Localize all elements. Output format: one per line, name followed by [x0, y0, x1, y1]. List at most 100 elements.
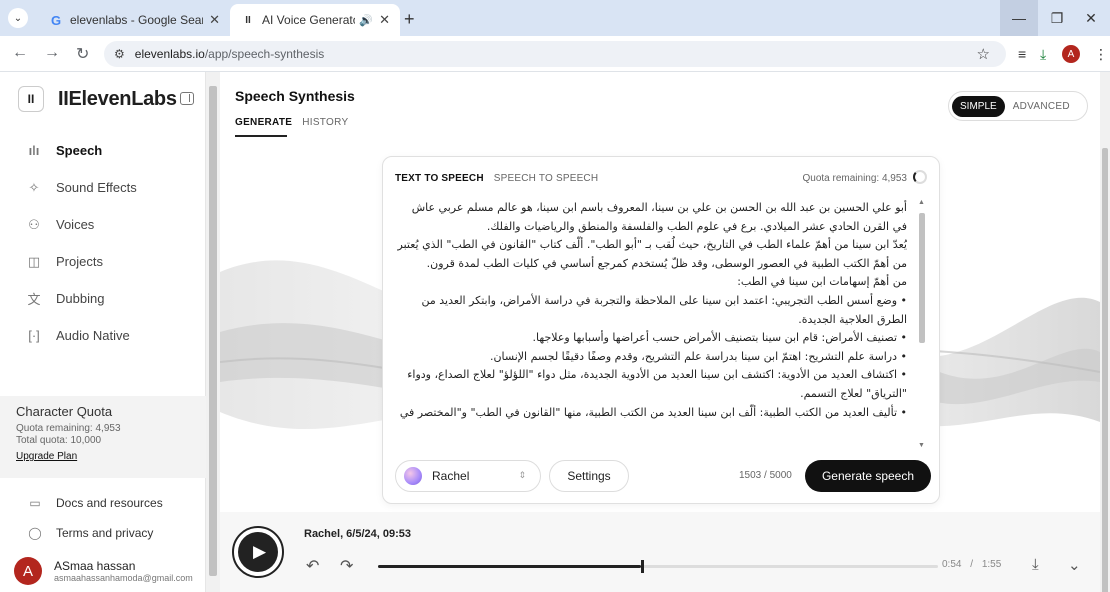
page-tabs: GENERATE HISTORY: [235, 117, 358, 128]
sidebar-item-label: Speech: [56, 143, 103, 158]
voice-avatar-icon: [404, 467, 422, 485]
profile-avatar[interactable]: A: [1062, 45, 1080, 63]
scrollbar-thumb[interactable]: [1102, 148, 1108, 592]
browser-tab-bar: ⌄ G elevenlabs - Google Search ✕ II AI V…: [0, 0, 1110, 36]
sidebar-nav: ıǀı Speech ✧ Sound Effects ⚇ Voices ◫ Pr…: [10, 132, 200, 354]
document-icon: ▭: [29, 496, 41, 510]
shield-icon: ◯: [28, 526, 42, 540]
forward-icon[interactable]: →: [44, 44, 60, 62]
settings-button[interactable]: Settings: [549, 460, 629, 492]
generate-speech-button[interactable]: Generate speech: [805, 460, 931, 492]
play-button[interactable]: ▶: [232, 526, 284, 578]
reading-list-icon[interactable]: ≡: [1018, 46, 1026, 62]
sidebar-item-dubbing[interactable]: 文 Dubbing: [10, 280, 200, 317]
back-icon[interactable]: ←: [12, 44, 28, 62]
download-icon[interactable]: ⤓: [1040, 46, 1046, 63]
forward-10-icon[interactable]: ↷: [340, 556, 353, 576]
text-scrollbar[interactable]: ▲ ▼: [917, 199, 927, 449]
sidebar-item-label: Dubbing: [56, 291, 105, 306]
sidebar-item-label: Sound Effects: [56, 180, 137, 195]
elevenlabs-favicon-icon: II: [245, 14, 251, 26]
progress-bar[interactable]: [378, 560, 938, 573]
url-host: elevenlabs.io: [134, 47, 205, 61]
tab-generate[interactable]: GENERATE: [235, 117, 292, 128]
reload-icon[interactable]: ↻: [76, 44, 89, 64]
address-bar-row: ← → ↻ ⚙ elevenlabs.io/app/speech-synthes…: [0, 36, 1110, 72]
sidebar-item-label: Projects: [56, 254, 103, 269]
terms-label: Terms and privacy: [56, 526, 154, 540]
main-content: Speech Synthesis GENERATE HISTORY SIMPLE…: [220, 72, 1100, 592]
audio-playing-icon[interactable]: 🔊: [359, 14, 373, 27]
docs-label: Docs and resources: [56, 496, 163, 510]
tab-search-chevron-icon[interactable]: ⌄: [8, 8, 28, 28]
tab-text-to-speech[interactable]: TEXT TO SPEECH: [395, 173, 484, 184]
character-quota-panel: Character Quota Quota remaining: 4,953 T…: [0, 396, 206, 478]
sidebar-item-voices[interactable]: ⚇ Voices: [10, 206, 200, 243]
upgrade-plan-link[interactable]: Upgrade Plan: [16, 451, 206, 462]
scroll-down-icon[interactable]: ▼: [918, 442, 925, 449]
quota-remaining: Quota remaining: 4,953: [16, 423, 121, 434]
active-tab-underline: [235, 135, 287, 137]
time-display: 0:54 / 1:55: [942, 559, 1001, 570]
brand[interactable]: II IIElevenLabs: [18, 86, 206, 112]
close-tab-icon[interactable]: ✕: [379, 12, 390, 28]
bookmark-star-icon[interactable]: ☆: [977, 45, 990, 63]
audio-player: ▶ Rachel, 6/5/24, 09:53 ↶ ↷ 0:54 / 1:55 …: [220, 512, 1100, 592]
google-favicon-icon: G: [50, 12, 62, 28]
voice-select[interactable]: Rachel ⇕: [395, 460, 541, 492]
minimize-icon[interactable]: —: [1000, 0, 1038, 36]
sidebar-item-projects[interactable]: ◫ Projects: [10, 243, 200, 280]
card-quota-remaining: Quota remaining: 4,953: [802, 173, 907, 184]
scrollbar-thumb[interactable]: [919, 213, 925, 343]
kebab-menu-icon[interactable]: ⋮: [1094, 46, 1108, 63]
scroll-up-icon[interactable]: ▲: [918, 199, 925, 206]
scrollbar-thumb[interactable]: [209, 86, 217, 576]
sidebar-item-label: Audio Native: [56, 328, 130, 343]
mode-simple-button[interactable]: SIMPLE: [952, 95, 1005, 117]
progress-handle[interactable]: [641, 560, 645, 573]
docs-link[interactable]: ▭ Docs and resources: [28, 496, 163, 510]
quota-total: Total quota: 10,000: [16, 435, 102, 446]
sidebar-scrollbar[interactable]: [206, 72, 220, 592]
sidebar-item-speech[interactable]: ıǀı Speech: [10, 132, 200, 169]
url-path: /app/speech-synthesis: [204, 47, 325, 61]
download-audio-icon[interactable]: ⤓: [1032, 556, 1039, 573]
tab-title: elevenlabs - Google Search: [70, 13, 203, 27]
collapse-sidebar-icon[interactable]: [180, 92, 194, 105]
user-email: asmaahassanhamoda@gmail.com: [54, 573, 193, 583]
page-title: Speech Synthesis: [235, 88, 355, 104]
avatar: A: [14, 557, 42, 585]
chevron-down-icon[interactable]: ⌄: [1068, 556, 1081, 574]
tts-card: TEXT TO SPEECH SPEECH TO SPEECH Quota re…: [382, 156, 940, 504]
url-input[interactable]: ⚙ elevenlabs.io/app/speech-synthesis ☆: [104, 41, 1006, 67]
mode-advanced-button[interactable]: ADVANCED: [1005, 96, 1078, 117]
quota-title: Character Quota: [16, 404, 113, 419]
tts-text-input[interactable]: أبو علي الحسين بن عبد الله بن الحسن بن ع…: [395, 199, 908, 449]
user-account[interactable]: A ASmaa hassan asmaahassanhamoda@gmail.c…: [14, 557, 193, 585]
sidebar-item-audio-native[interactable]: [·] Audio Native: [10, 317, 200, 354]
sidebar-item-label: Voices: [56, 217, 95, 232]
tab-speech-to-speech[interactable]: SPEECH TO SPEECH: [494, 173, 599, 184]
track-title: Rachel, 6/5/24, 09:53: [304, 528, 412, 540]
page-scrollbar[interactable]: [1100, 72, 1110, 592]
rewind-10-icon[interactable]: ↶: [306, 556, 319, 576]
mode-toggle: SIMPLE ADVANCED: [948, 91, 1088, 121]
browser-tab-elevenlabs[interactable]: II AI Voice Generator & Text to Speech 🔊…: [230, 4, 400, 36]
sidebar: II IIElevenLabs ıǀı Speech ✧ Sound Effec…: [0, 72, 206, 592]
quota-ring-icon: [913, 170, 927, 184]
terms-link[interactable]: ◯ Terms and privacy: [28, 526, 153, 540]
browser-tab-google[interactable]: G elevenlabs - Google Search ✕: [38, 4, 230, 36]
site-settings-icon[interactable]: ⚙: [114, 47, 125, 61]
tab-history[interactable]: HISTORY: [302, 117, 348, 128]
close-tab-icon[interactable]: ✕: [209, 12, 220, 28]
sparkle-icon: ✧: [28, 179, 40, 195]
card-tabs: TEXT TO SPEECH SPEECH TO SPEECH: [395, 173, 598, 184]
close-window-icon[interactable]: ✕: [1072, 0, 1110, 36]
sidebar-item-sound-effects[interactable]: ✧ Sound Effects: [10, 169, 200, 206]
restore-icon[interactable]: ❐: [1038, 0, 1076, 36]
user-name: ASmaa hassan: [54, 559, 136, 573]
play-icon: ▶: [238, 532, 278, 572]
tab-title: AI Voice Generator & Text to Speech: [262, 13, 355, 27]
new-tab-icon[interactable]: +: [404, 9, 415, 30]
chevron-updown-icon: ⇕: [518, 470, 526, 480]
